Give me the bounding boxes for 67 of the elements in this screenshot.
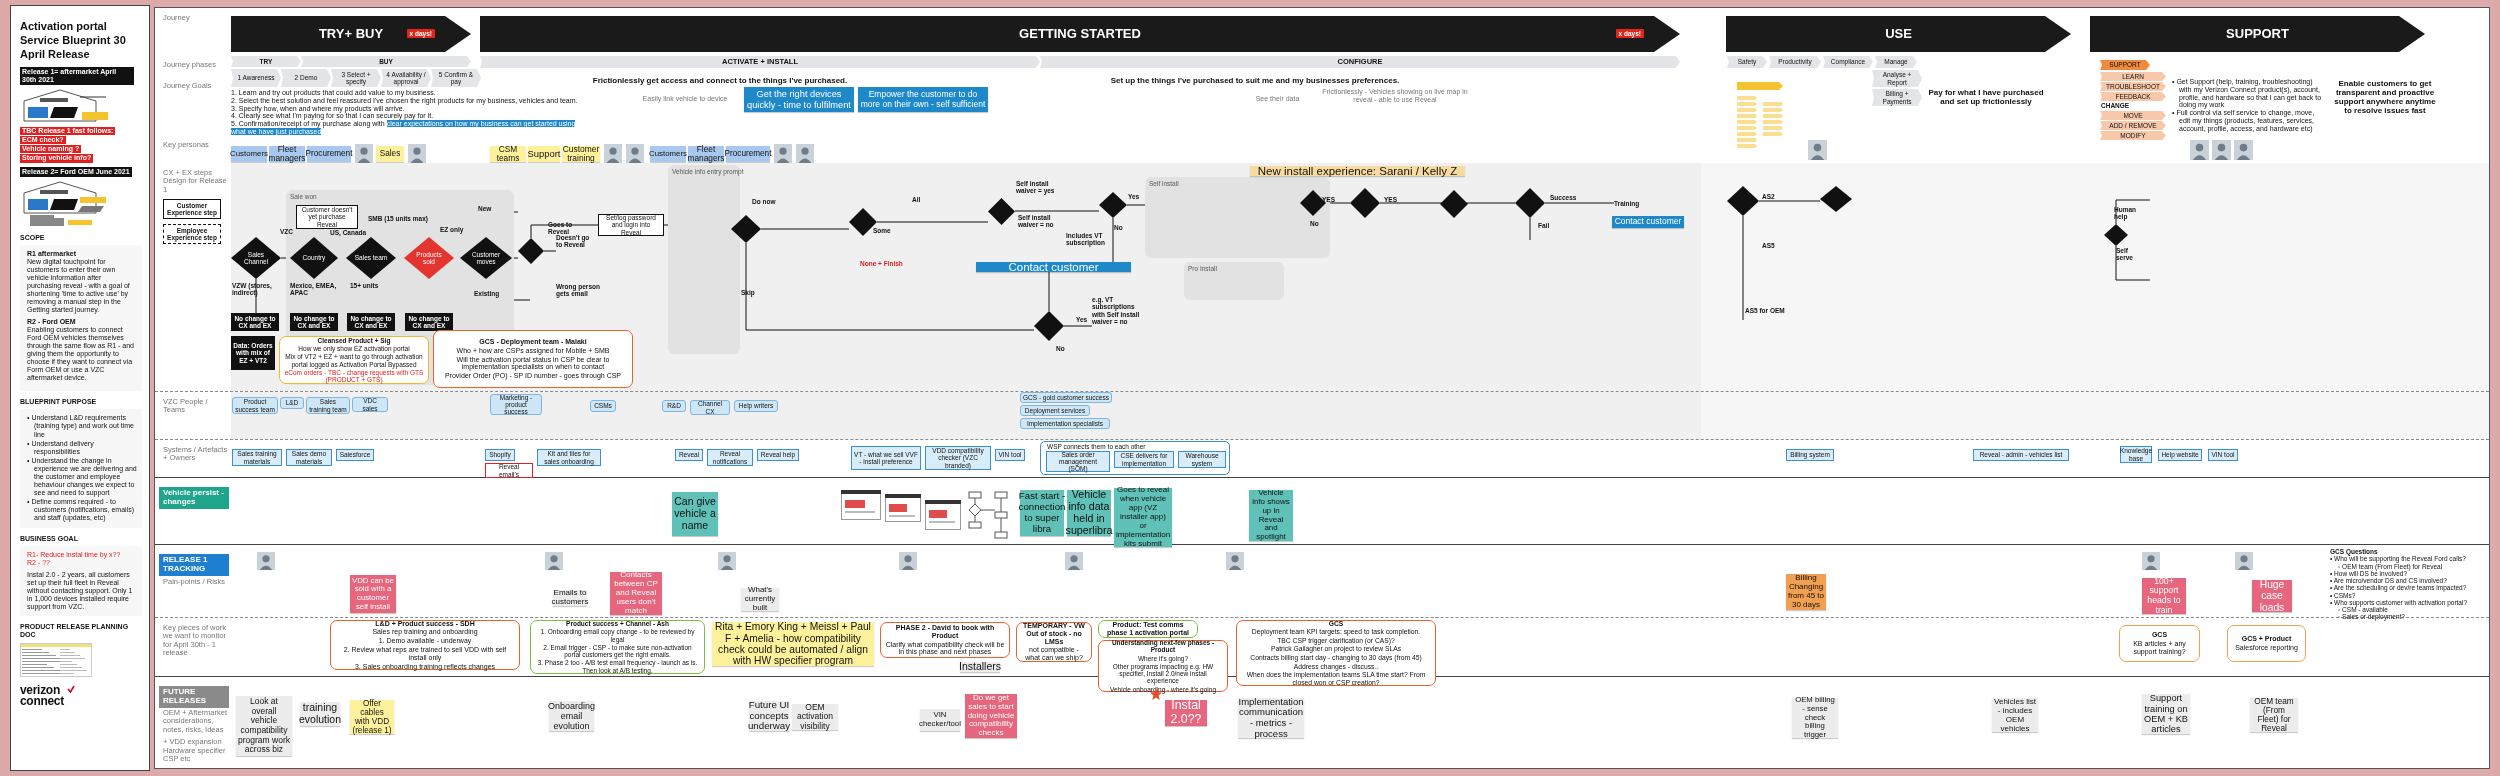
sticky-note: CSM teams [490,146,526,162]
blueprint-title: Activation portal Service Blueprint 30 April Release [20,20,127,62]
goal-statement: Enable customers to get transparent and proactive support anywhere anytime to resolve issues fast [2333,80,2437,117]
sticky-note: Vehicles list - includes OEM vehicles [1992,698,2038,732]
sticky-note: Fleet managers [269,146,305,162]
avatar [1065,552,1083,570]
avatar [545,552,563,570]
sticky-note: Emails to customers [553,590,587,606]
sticky-note: Future UI concepts underway [749,701,789,731]
stage-title: GETTING STARTED [1019,26,1141,42]
avatar [796,144,814,163]
stage-title: TRY+ BUY [318,26,384,42]
goal-statement: Pay for what I have purchased and set up frictionlessly [1927,89,2045,108]
goal-statement: Set up the things I've purchased to suit me and my businesses preferences. [1109,77,1401,87]
logo-wordmark: verizon connect [20,684,64,708]
avatar [2235,552,2253,570]
sticky-note: Fleet managers [688,146,724,162]
avatar [1226,552,1244,570]
sticky-note: Offer cables with VDD (release 1) [350,700,394,734]
sticky-note: Onboarding email evolution [549,701,594,731]
sticky-note: Do we get sales to start doing vehicle compatibility checks [965,694,1017,738]
sticky-note: OEM activation visibility [792,704,838,730]
avatar [718,552,736,570]
section-tag: Vehicle persist - changes [159,487,229,509]
stage-title: USE [1885,26,1912,42]
check-icon [66,684,75,693]
avatar [2142,552,2160,570]
document-thumbnail [20,642,92,677]
sticky-note: Sales [376,146,404,162]
section-tag: RELEASE 1 TRACKING [159,554,229,576]
sticky-note: Billing Changing from 45 to 30 days [1786,574,1826,610]
sticky-note: Huge case loads [2252,580,2292,612]
avatar [774,144,792,163]
sticky-note: Get the right devices quickly - time to fulfilment [744,87,854,112]
avatar [604,144,622,163]
sticky-note: Look at overall vehicle compatibility program work across biz [236,696,292,756]
avatar [1808,140,1827,160]
sticky-note: Contact customer [1612,216,1684,228]
avatar [2190,140,2209,160]
sticky-note: Rita + Emory King + Meissl + Paul F + Amelia - how compatibility check could be automated / align with HW specifier program [712,622,874,666]
goal-statement: Frictionlessly get access and connect to the things I've purchased. [591,77,849,87]
avatar [626,144,644,163]
sticky-note: Support training on OEM + KB articles [2142,694,2190,734]
section-tag: FUTURE RELEASES [159,686,229,708]
sticky-note: Goes to reveal when vehicle app (VZ installer app) or implementation kits submit [1114,488,1172,547]
sticky-note: Can give vehicle a name [672,492,718,536]
avatar [408,144,426,163]
sticky-note: training evolution [300,702,340,726]
avatar [2212,140,2231,160]
avatar [355,144,373,163]
sticky-note: New install experience: Sarani / Kelly Z [1250,166,1465,176]
sticky-note: Contact customer [976,262,1131,272]
sticky-note: Implementation communication - metrics - process [1238,698,1304,738]
avatar [257,552,275,570]
sticky-note: Installers [960,662,1000,672]
sticky-note: 100+ support heads to train [2142,578,2186,614]
sticky-note: Instal 2.0?? [1165,700,1207,726]
sticky-note: Contacts between CP and Reveal users don't match [610,572,662,615]
sticky-note: Customer training [562,146,600,162]
avatar [2234,140,2253,160]
sticky-note: Empower the customer to do more on their own - self sufficient [858,87,988,112]
sticky-note: OEM team (From Fleet) for Reveal [2250,698,2298,732]
avatar [899,552,917,570]
sticky-note: Procurement [726,146,770,162]
sticky-note: Procurement [307,146,351,162]
stage-title: SUPPORT [2226,26,2289,42]
sticky-note: Support [528,146,560,162]
